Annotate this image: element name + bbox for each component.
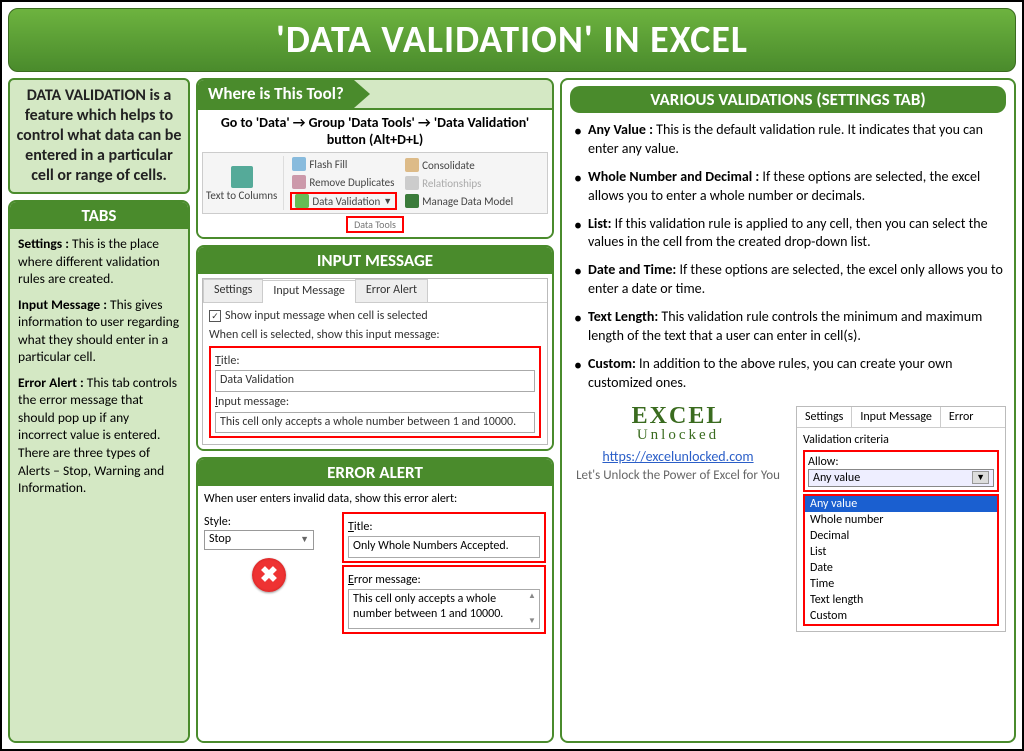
error-title-label: Title: [348, 520, 540, 536]
ribbon-remove-duplicates[interactable]: Remove Duplicates [290, 174, 396, 190]
sdlg-tab-error[interactable]: Error [941, 407, 982, 427]
arrow-icon [354, 80, 370, 108]
validation-criteria-label: Validation criteria [803, 433, 999, 447]
error-alert-header: ERROR ALERT [198, 459, 552, 486]
error-message-input[interactable]: This cell only accepts a whole number be… [348, 589, 540, 629]
where-header: Where is This Tool? [198, 80, 354, 108]
ribbon-group-label: Data Tools [346, 216, 404, 233]
validations-body: Any Value : This is the default validati… [562, 113, 1014, 406]
allow-option[interactable]: Whole number [805, 512, 997, 528]
style-label: Style: [204, 515, 334, 531]
ribbon-data-validation[interactable]: Data Validation▼ [290, 192, 397, 210]
settings-dialog: Settings Input Message Error Validation … [796, 406, 1006, 632]
allow-option[interactable]: Decimal [805, 528, 997, 544]
title-input[interactable]: Data Validation [215, 370, 535, 392]
relationships-icon [405, 176, 419, 190]
allow-options-list: Any valueWhole numberDecimalListDateTime… [803, 494, 999, 626]
checkbox-icon: ✓ [209, 310, 221, 322]
chevron-down-icon: ▼ [383, 196, 392, 207]
show-input-checkbox[interactable]: ✓ Show input message when cell is select… [209, 309, 541, 325]
show-input-label: Show input message when cell is selected [225, 309, 428, 325]
brand-block: EXCEL Unlocked https://excelunlocked.com… [570, 406, 786, 484]
scrollbar-icon[interactable]: ▲▼ [526, 591, 538, 627]
allow-option[interactable]: Date [805, 560, 997, 576]
sdlg-tab-input[interactable]: Input Message [852, 407, 941, 427]
when-selected-label: When cell is selected, show this input m… [209, 328, 541, 344]
error-message-box: Error message: This cell only accepts a … [342, 565, 546, 634]
error-message-label: Error message: [348, 573, 540, 589]
brand-url[interactable]: https://excelunlocked.com [570, 448, 786, 465]
validation-item: List: If this validation rule is applied… [572, 215, 1004, 253]
input-message-input[interactable]: This cell only accepts a whole number be… [215, 412, 535, 434]
dlg-tab-settings[interactable]: Settings [203, 279, 263, 302]
validation-item: Any Value : This is the default validati… [572, 121, 1004, 159]
tabs-error-label: Error Alert : [18, 374, 84, 391]
excel-ribbon: Text to Columns Flash Fill Remove Duplic… [202, 152, 548, 214]
ribbon-consolidate[interactable]: Consolidate [403, 157, 477, 173]
tabs-header: TABS [10, 202, 188, 229]
style-select[interactable]: Stop▼ [204, 530, 314, 550]
stop-icon: ✖ [252, 558, 286, 592]
error-title-box: Title: Only Whole Numbers Accepted. [342, 512, 546, 563]
manage-data-model-icon [405, 194, 419, 208]
ribbon-relationships[interactable]: Relationships [403, 175, 483, 191]
error-title-input[interactable]: Only Whole Numbers Accepted. [348, 536, 540, 558]
dlg-tab-error-alert[interactable]: Error Alert [355, 279, 428, 302]
allow-label: Allow: [808, 455, 994, 469]
input-message-fields: Title: Data Validation Input message: Th… [209, 346, 541, 438]
brand-tagline: Let's Unlock the Power of Excel for You [570, 468, 786, 483]
ribbon-text-to-columns[interactable]: Text to Columns [206, 190, 277, 201]
allow-select[interactable]: Any value ▼ [808, 469, 994, 487]
flash-fill-icon [292, 157, 306, 171]
tabs-error-text: This tab controls the error message that… [18, 374, 177, 496]
ribbon-manage-data-model[interactable]: Manage Data Model [403, 193, 515, 209]
brand-subname: Unlocked [570, 427, 786, 444]
description-box: DATA VALIDATION is a feature which helps… [8, 78, 190, 194]
brand-name: EXCEL [570, 406, 786, 428]
validation-item: Text Length: This validation rule contro… [572, 308, 1004, 346]
dlg-tab-input-message[interactable]: Input Message [262, 280, 356, 303]
chevron-down-icon: ▼ [300, 534, 309, 546]
input-message-header: INPUT MESSAGE [198, 247, 552, 274]
consolidate-icon [405, 158, 419, 172]
input-message-label: Input message: [215, 395, 535, 411]
tabs-input-label: Input Message : [18, 296, 107, 313]
remove-duplicates-icon [292, 175, 306, 189]
validations-header: VARIOUS VALIDATIONS (SETTINGS TAB) [570, 86, 1006, 113]
error-when-label: When user enters invalid data, show this… [204, 492, 546, 508]
validation-item: Whole Number and Decimal : If these opti… [572, 168, 1004, 206]
validation-item: Custom: In addition to the above rules, … [572, 355, 1004, 393]
input-message-dialog: Settings Input Message Error Alert ✓ Sho… [202, 278, 548, 445]
title-label: Title: [215, 354, 535, 370]
where-instructions: Go to 'Data' → Group 'Data Tools' → 'Dat… [202, 114, 548, 148]
chevron-down-icon: ▼ [972, 471, 989, 484]
allow-option[interactable]: Any value [805, 496, 997, 512]
page-title: 'DATA VALIDATION' IN EXCEL [8, 8, 1016, 72]
allow-option[interactable]: List [805, 544, 997, 560]
allow-option[interactable]: Text length [805, 592, 997, 608]
tabs-body: Settings : This is the place where diffe… [10, 229, 188, 741]
allow-option[interactable]: Time [805, 576, 997, 592]
sdlg-tab-settings[interactable]: Settings [797, 407, 852, 427]
validation-item: Date and Time: If these options are sele… [572, 261, 1004, 299]
text-to-columns-icon [231, 166, 253, 188]
allow-option[interactable]: Custom [805, 608, 997, 624]
ribbon-flash-fill[interactable]: Flash Fill [290, 156, 349, 172]
data-validation-icon [295, 194, 309, 208]
tabs-settings-label: Settings : [18, 235, 69, 252]
